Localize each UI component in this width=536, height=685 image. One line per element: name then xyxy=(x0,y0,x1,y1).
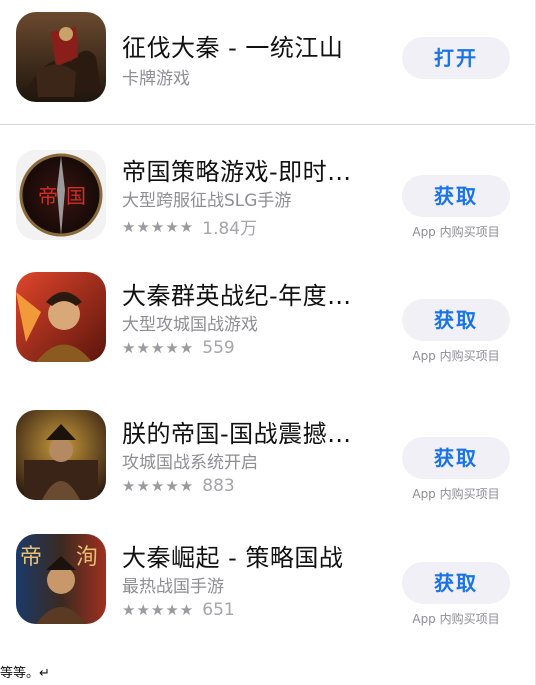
app-icon-diguo[interactable]: 帝 国 xyxy=(16,150,106,240)
app-icon-daqin-qunying[interactable] xyxy=(16,272,106,362)
icon-text-left: 帝 xyxy=(38,184,58,208)
app-row-1[interactable]: 征伐大秦 - 一统江山 卡牌游戏 打开 xyxy=(0,0,536,124)
rating-count: 559 xyxy=(202,338,235,358)
app-subtitle: 大型攻城国战游戏 xyxy=(122,315,258,335)
rating-count: 1.84万 xyxy=(202,219,258,239)
rating-count: 883 xyxy=(202,476,235,496)
star-rating: ★★★★★ xyxy=(122,217,195,236)
app-title: 大秦崛起 - 策略国战 xyxy=(122,544,344,572)
rating-row: ★★★★★ 883 xyxy=(122,476,235,496)
app-title: 帝国策略游戏-即时… xyxy=(122,158,352,186)
app-row-2[interactable]: 帝 国 帝国策略游戏-即时… 大型跨服征战SLG手游 ★★★★★ 1.84万 获… xyxy=(0,148,536,258)
app-subtitle: 卡牌游戏 xyxy=(122,69,190,89)
app-icon-daqin-jueqi[interactable]: 帝 洵 xyxy=(16,534,106,624)
in-app-purchase-note: App 内购买项目 xyxy=(412,612,500,626)
app-title: 征伐大秦 - 一统江山 xyxy=(122,34,344,62)
app-subtitle: 大型跨服征战SLG手游 xyxy=(122,191,292,211)
get-button[interactable]: 获取 xyxy=(402,175,510,217)
open-button[interactable]: 打开 xyxy=(402,37,510,79)
app-row-4[interactable]: 朕的帝国-国战震撼… 攻城国战系统开启 ★★★★★ 883 获取 App 内购买… xyxy=(0,410,536,520)
icon-text-right: 国 xyxy=(66,184,86,208)
get-button[interactable]: 获取 xyxy=(402,562,510,604)
footnote-text: 等等。↵ xyxy=(0,666,50,681)
get-button[interactable]: 获取 xyxy=(402,299,510,341)
in-app-purchase-note: App 内购买项目 xyxy=(412,349,500,363)
star-rating: ★★★★★ xyxy=(122,339,195,357)
in-app-purchase-note: App 内购买项目 xyxy=(412,487,500,501)
star-rating: ★★★★★ xyxy=(122,601,195,619)
in-app-purchase-note: App 内购买项目 xyxy=(412,225,500,239)
app-icon-zhen-diguo[interactable] xyxy=(16,410,106,500)
star-rating: ★★★★★ xyxy=(122,477,195,495)
app-title: 大秦群英战纪-年度… xyxy=(122,282,352,310)
rating-count: 651 xyxy=(202,600,235,620)
rating-row: ★★★★★ 651 xyxy=(122,600,235,620)
app-subtitle: 攻城国战系统开启 xyxy=(122,453,258,473)
app-subtitle: 最热战国手游 xyxy=(122,577,224,597)
icon-text-left: 帝 xyxy=(20,545,42,570)
icon-text-right: 洵 xyxy=(76,545,98,570)
get-button[interactable]: 获取 xyxy=(402,437,510,479)
rating-row: ★★★★★ 1.84万 xyxy=(122,214,258,240)
app-icon-zhengfa-daqin[interactable] xyxy=(16,12,106,102)
app-title: 朕的帝国-国战震撼… xyxy=(122,420,352,448)
rating-row: ★★★★★ 559 xyxy=(122,338,235,358)
app-row-3[interactable]: 大秦群英战纪-年度… 大型攻城国战游戏 ★★★★★ 559 获取 App 内购买… xyxy=(0,272,536,382)
app-row-5[interactable]: 帝 洵 大秦崛起 - 策略国战 最热战国手游 ★★★★★ 651 获取 App … xyxy=(0,534,536,644)
section-divider xyxy=(0,124,536,125)
